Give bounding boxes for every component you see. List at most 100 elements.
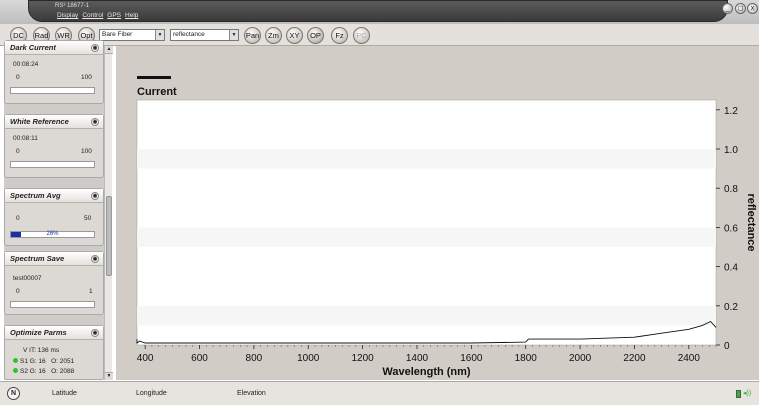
white-reference-panel: White Reference ◉ 00:08:11 0 100 — [4, 114, 104, 178]
status-dot-icon — [13, 368, 18, 373]
optimize-s1: S1 G: 16 O: 2051 — [13, 358, 74, 365]
x-tick-label: 800 — [246, 353, 263, 364]
dark-current-header: Dark Current ◉ — [5, 41, 103, 55]
settings-icon[interactable]: ◉ — [91, 118, 99, 126]
optimize-vit: V IT: 136 ms — [23, 347, 60, 354]
legend-swatch — [137, 76, 171, 79]
scroll-up-icon[interactable]: ▲ — [105, 46, 113, 54]
optimize-parms-panel: Optimize Parms ◉ V IT: 136 ms S1 G: 16 O… — [4, 325, 104, 380]
grid-band — [137, 227, 716, 247]
dark-current-min: 0 — [16, 74, 20, 81]
legend-label: Current — [137, 86, 177, 98]
title-tab: RS³ 18677-1 Display Control GPS Help — [28, 0, 728, 22]
x-tick-label: 1200 — [351, 353, 374, 364]
white-reference-time: 00:08:11 — [13, 135, 38, 142]
plot-area: Current 0 0.2 0.4 0.6 0.8 1.0 1.2 400 600 800 1000 1… — [116, 46, 759, 380]
overlay-plot-button[interactable]: OP — [307, 27, 324, 44]
grid-band — [137, 305, 716, 326]
y-tick-label: 0.2 — [724, 302, 738, 313]
x-tick-label: 1800 — [515, 353, 538, 364]
spectrum-save-min: 0 — [16, 288, 20, 295]
y-tick-label: 0.4 — [724, 263, 738, 274]
latitude-label: Latitude — [52, 390, 77, 397]
white-reference-min: 0 — [16, 148, 20, 155]
pc-button[interactable]: PC — [353, 27, 370, 44]
x-tick-label: 1600 — [460, 353, 483, 364]
white-reference-max: 100 — [81, 148, 92, 155]
spectrum-save-max: 1 — [89, 288, 93, 295]
y-tick-label: 1.0 — [724, 145, 738, 156]
y-tick-label: 1.2 — [724, 106, 738, 117]
close-button[interactable]: x — [747, 3, 758, 14]
maximize-button[interactable]: ◻ — [735, 3, 746, 14]
optimize-parms-header: Optimize Parms ◉ — [5, 326, 103, 340]
spectrum-save-header: Spectrum Save ◉ — [5, 252, 103, 266]
xy-button[interactable]: XY — [286, 27, 303, 44]
optimize-s1-text: S1 G: 16 O: 2051 — [20, 358, 75, 365]
optimize-s2-text: S2 G: 16 O: 2088 — [20, 368, 75, 375]
spectrum-avg-max: 50 — [84, 215, 92, 222]
y-tick-label: 0.6 — [724, 223, 738, 234]
settings-icon[interactable]: ◉ — [91, 255, 99, 263]
y-tick-label: 0.8 — [724, 184, 738, 195]
foreoptic-select-value: Bare Fiber — [102, 31, 133, 38]
x-tick-label: 2200 — [623, 353, 646, 364]
chevron-down-icon: ▼ — [229, 30, 238, 40]
grid-band — [137, 149, 716, 169]
dark-current-progress — [10, 87, 95, 94]
menu-help[interactable]: Help — [125, 12, 138, 19]
white-reference-header: White Reference ◉ — [5, 115, 103, 129]
menu-bar: Display Control GPS Help — [57, 12, 138, 19]
spectrum-avg-title: Spectrum Avg — [10, 191, 61, 200]
x-axis-label: Wavelength (nm) — [382, 366, 471, 378]
spectrum-avg-panel: Spectrum Avg ◉ 0 50 26% — [4, 188, 104, 246]
x-tick-label: 600 — [191, 353, 208, 364]
spectrum-save-filename: test00007 — [13, 275, 42, 282]
y-tick-label: 0 — [724, 341, 730, 352]
dark-current-panel: Dark Current ◉ 00:08:24 0 100 — [4, 40, 104, 104]
x-tick-label: 2400 — [678, 353, 701, 364]
spectrum-chart[interactable]: Current 0 0.2 0.4 0.6 0.8 1.0 1.2 400 600 800 1000 1… — [116, 46, 759, 380]
settings-icon[interactable]: ◉ — [91, 192, 99, 200]
zoom-button[interactable]: Zm — [265, 27, 282, 44]
x-tick-label: 400 — [137, 353, 154, 364]
x-tick-label: 1000 — [297, 353, 320, 364]
toolbar: DC Rad WR Opt Bare Fiber ▼ reflectance ▼… — [0, 24, 759, 65]
freeze-button[interactable]: Fz — [331, 27, 348, 44]
x-tick-label: 1400 — [406, 353, 429, 364]
elevation-label: Elevation — [237, 390, 266, 397]
menu-control[interactable]: Control — [82, 12, 103, 19]
scroll-thumb[interactable] — [106, 196, 112, 276]
foreoptic-select[interactable]: Bare Fiber ▼ — [99, 29, 165, 41]
longitude-label: Longitude — [136, 390, 167, 397]
white-reference-title: White Reference — [10, 117, 69, 126]
sidebar: Dark Current ◉ 00:08:24 0 100 White Refe… — [4, 40, 104, 380]
menu-display[interactable]: Display — [57, 12, 78, 19]
spectrum-avg-min: 0 — [16, 215, 20, 222]
battery-icon — [736, 390, 741, 398]
dark-current-max: 100 — [81, 74, 92, 81]
white-reference-progress — [10, 161, 95, 168]
chevron-down-icon: ▼ — [155, 30, 164, 40]
spectrum-avg-header: Spectrum Avg ◉ — [5, 189, 103, 203]
dark-current-title: Dark Current — [10, 43, 56, 52]
settings-icon[interactable]: ◉ — [91, 329, 99, 337]
signal-icon: ◂)) — [743, 390, 752, 397]
status-bar: N Latitude Longitude Elevation ◂)) — [0, 381, 759, 405]
sidebar-scrollbar[interactable]: ▲ ▼ — [104, 46, 113, 380]
gps-icon[interactable]: N — [7, 387, 20, 400]
x-tick-label: 2000 — [569, 353, 592, 364]
spectrum-avg-progress: 26% — [10, 231, 95, 238]
app-title: RS³ 18677-1 — [55, 3, 90, 9]
spectrum-avg-progress-text: 26% — [46, 231, 59, 237]
settings-icon[interactable]: ◉ — [91, 44, 99, 52]
pan-button[interactable]: Pan — [244, 27, 261, 44]
scroll-down-icon[interactable]: ▼ — [105, 372, 113, 380]
dark-current-time: 00:08:24 — [13, 61, 39, 68]
status-dot-icon — [13, 358, 18, 363]
spectrum-save-title: Spectrum Save — [10, 254, 65, 263]
menu-gps[interactable]: GPS — [107, 12, 121, 19]
minimize-button[interactable]: _ — [722, 3, 733, 14]
optimize-s2: S2 G: 16 O: 2088 — [13, 368, 74, 375]
mode-select[interactable]: reflectance ▼ — [170, 29, 239, 41]
